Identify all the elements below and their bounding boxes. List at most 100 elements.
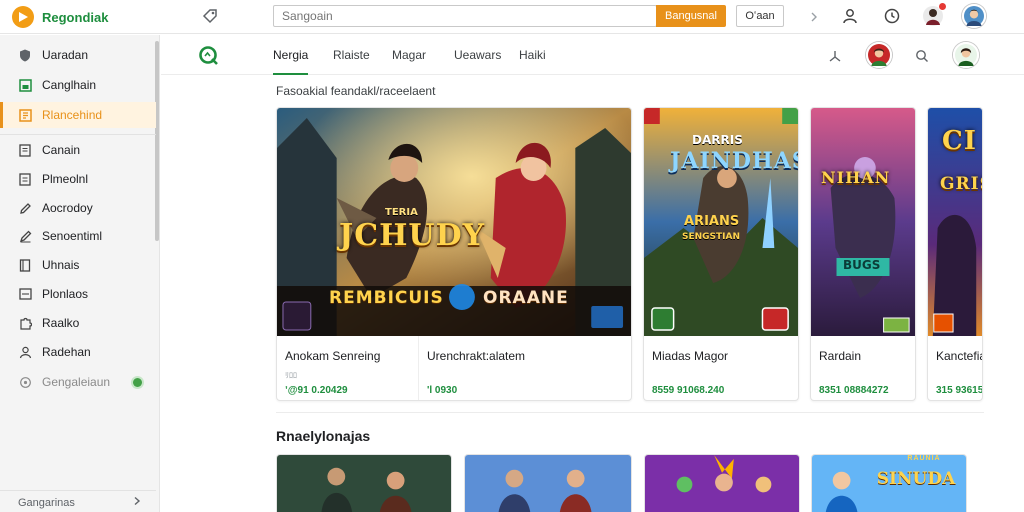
chevron-right-icon [132,496,142,509]
hero-card-info: Anokam Senreing ﾘﾛﾛ ʼ@91 0.20429 Urenchr… [277,336,631,400]
sidebar: Uaradan Canglhain Rlancehind Canain Plme… [0,35,160,512]
thumb-art-title: SINUDA [876,469,956,489]
game-art-title: NIHAN [821,168,891,187]
featured-hero-card[interactable]: TERIA JCHUDY REMBICUIS ORAANE Anokam Sen… [276,107,632,401]
thumb-art-sub: RAUNIA [907,455,941,462]
recommended-game-thumb[interactable] [464,454,632,512]
game-art-mid: BUGS [843,258,881,272]
sidebar-item-plonlaos[interactable]: Plonlaos [0,281,156,307]
sidebar-item-aocrodoy[interactable]: Aocrodoy [0,195,156,221]
sidebar-item-uhnais[interactable]: Uhnais [0,252,156,278]
hero-art-small: TERIA [385,207,418,218]
game-card-title: Rardain [819,349,862,363]
sidebar-footer-label: Gangarinas [18,496,75,509]
hero-art-title: JCHUDY [339,218,486,253]
tag-icon[interactable] [200,6,220,26]
sidebar-item-plmeolnl[interactable]: Plmeolnl [0,166,156,192]
sidebar-item-gengaleiaun[interactable]: Gengaleiaun [0,369,156,395]
sidebar-item-radehan[interactable]: Radehan [0,339,156,365]
list-icon [18,172,32,186]
sidebar-item-rlancehind[interactable]: Rlancehind [0,102,156,128]
hero-card-meta: ﾘﾛﾛ [285,371,297,380]
store-icon [18,78,32,92]
online-status-dot [133,377,142,387]
search-icon[interactable] [911,45,933,67]
game-card-info: Rardain 8351 08884272 [811,336,915,400]
search-button[interactable]: Bangusnal [656,5,726,27]
user-icon[interactable] [824,45,846,67]
user-icon[interactable] [840,6,860,26]
card-divider [418,336,419,400]
featured-game-card[interactable]: NIHAN BUGS Rardain 8351 08884272 [810,107,916,401]
game-card-price: 8351 08884272 [819,385,889,396]
hero-card-price-secondary: ʹl 0930 [427,385,458,396]
profile-avatar[interactable] [962,4,986,28]
tab-label: Ueawars [454,48,502,62]
sidebar-item-senoentiml[interactable]: Senoentiml [0,223,156,249]
recommended-game-thumb[interactable] [276,454,452,512]
puzzle-icon [18,316,32,330]
frame-icon [18,287,32,301]
account-avatar[interactable] [953,42,979,68]
settings-icon [18,375,32,389]
hero-card-title-secondary: Urenchrakt:alatem [427,349,526,363]
sidebar-item-label: Rlancehind [42,108,103,122]
tab-label: Nergia [273,48,309,62]
notifications-avatar[interactable] [922,2,947,27]
edit-icon [18,229,32,243]
featured-heading: Fasoakial feandakl/raceelaent [276,84,436,98]
recommended-game-thumb[interactable]: RAUNIA SINUDA [811,454,967,512]
sidebar-footer[interactable]: Gangarinas [0,490,156,512]
sidebar-divider [0,134,156,135]
brand-logo-icon [12,6,34,28]
game-card-price: 8559 91068.240 [652,385,725,396]
tab-nergia[interactable]: Nergia [273,35,309,75]
sidebar-item-label: Gengaleiaun [42,375,111,389]
tab-ueawars[interactable]: Ueawars [454,35,501,75]
shield-icon [18,48,32,62]
game-artwork: DARRIS JAINDHAS ARIANS SENGSTIAN [644,108,798,336]
sidebar-item-raalko[interactable]: Raalko [0,310,156,336]
game-art-bottom: SENGSTIAN [682,232,741,242]
game-art-title: GRIS [940,174,982,194]
featured-game-card[interactable]: DARRIS JAINDHAS ARIANS SENGSTIAN Miadas … [643,107,799,401]
top-bar: Regondiak Bangusnal Oʻaan [0,0,1024,34]
pencil-icon [18,201,32,215]
brand[interactable]: Regondiak [12,6,108,28]
hero-card-price: ʼ@91 0.20429 [285,385,348,396]
tab-label: Magar [392,48,427,62]
user-icon [18,345,32,359]
store-logo-icon[interactable] [198,45,220,67]
sidebar-item-label: Aocrodoy [42,201,93,215]
featured-game-card[interactable]: CI GRIS Kanctefian 315 936150 [927,107,983,401]
tab-haiki[interactable]: Haiki [519,35,546,75]
friend-avatar[interactable] [866,42,892,68]
sidebar-item-label: Canglhain [42,78,97,92]
sidebar-item-canglhain[interactable]: Canglhain [0,72,156,98]
sidebar-item-label: Canain [42,143,81,157]
search-input[interactable] [273,5,657,27]
book-icon [18,258,32,272]
document-icon [18,143,32,157]
hero-card-title: Anokam Senreing [285,349,381,363]
sidebar-item-canain[interactable]: Canain [0,137,156,163]
sidebar-item-label: Uhnais [42,258,80,272]
game-card-info: Miadas Magor 8559 91068.240 [644,336,798,400]
notification-badge [938,2,947,11]
chevron-right-icon[interactable] [804,7,824,27]
sidebar-item-uaradan[interactable]: Uaradan [0,42,156,68]
hero-banner-right: ORAANE [483,288,569,308]
tab-magar[interactable]: Magar [392,35,426,75]
sidebar-item-label: Raalko [42,316,80,330]
tab-label: Rlaiste [333,48,370,62]
sidebar-item-label: Plmeolnl [42,172,89,186]
game-art-mid: ARIANS [684,214,740,229]
hero-artwork: TERIA JCHUDY REMBICUIS ORAANE [277,108,631,336]
sidebar-item-label: Radehan [42,345,91,359]
game-card-price: 315 936150 [936,385,983,396]
recommended-game-thumb[interactable] [644,454,800,512]
game-artwork: NIHAN BUGS [811,108,915,336]
clock-icon[interactable] [882,6,902,26]
open-button[interactable]: Oʻaan [736,5,784,27]
tab-rlaiste[interactable]: Rlaiste [333,35,370,75]
